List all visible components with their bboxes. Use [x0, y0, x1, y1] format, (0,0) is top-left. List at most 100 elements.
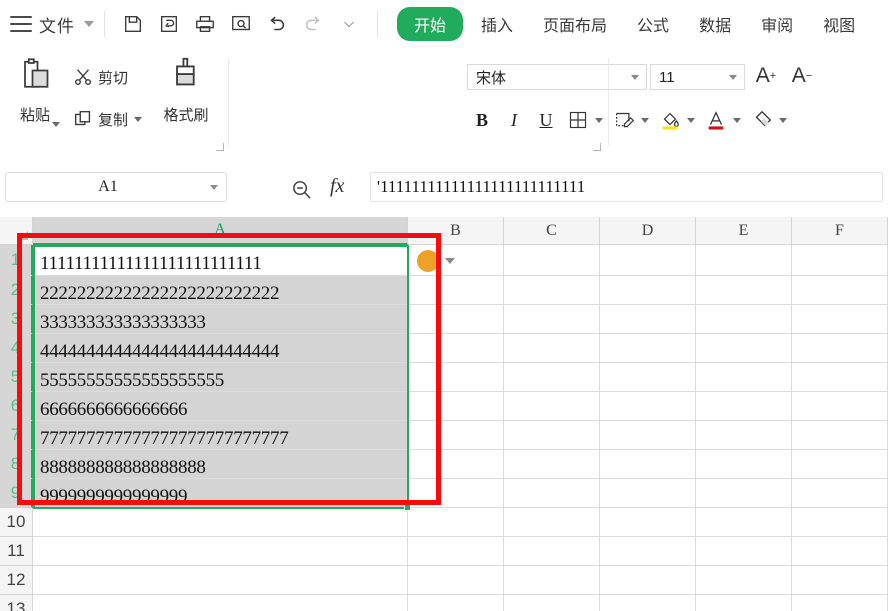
- cell-F6[interactable]: [792, 392, 888, 421]
- name-box-chevron-down-icon[interactable]: [210, 184, 218, 190]
- cell-C5[interactable]: [504, 363, 600, 392]
- row-header-6[interactable]: 6: [0, 392, 33, 421]
- row-header-10[interactable]: 10: [0, 508, 33, 537]
- print-icon[interactable]: [190, 9, 220, 39]
- cell-E9[interactable]: [696, 479, 792, 508]
- file-menu-chevron-down-icon[interactable]: [84, 21, 94, 27]
- cell-F3[interactable]: [792, 305, 888, 334]
- column-header-F[interactable]: F: [792, 217, 888, 245]
- cell-C9[interactable]: [504, 479, 600, 508]
- cell-F2[interactable]: [792, 276, 888, 305]
- cell-A13[interactable]: [33, 595, 408, 611]
- cell-A11[interactable]: [33, 537, 408, 566]
- copy-button[interactable]: 复制: [72, 104, 143, 134]
- tab-page-layout[interactable]: 页面布局: [531, 8, 619, 40]
- underline-button[interactable]: U: [531, 105, 561, 135]
- cell-F7[interactable]: [792, 421, 888, 450]
- row-header-11[interactable]: 11: [0, 537, 33, 566]
- cell-E1[interactable]: [696, 245, 792, 276]
- cell-F13[interactable]: [792, 595, 888, 611]
- cell-F12[interactable]: [792, 566, 888, 595]
- undo-icon[interactable]: [262, 9, 292, 39]
- cell-E7[interactable]: [696, 421, 792, 450]
- cell-B11[interactable]: [408, 537, 504, 566]
- cell-F1[interactable]: [792, 245, 888, 276]
- cell-C6[interactable]: [504, 392, 600, 421]
- cell-F9[interactable]: [792, 479, 888, 508]
- tab-data[interactable]: 数据: [687, 8, 743, 40]
- cell-D10[interactable]: [600, 508, 696, 537]
- row-header-8[interactable]: 8: [0, 450, 33, 479]
- cell-C3[interactable]: [504, 305, 600, 334]
- row-header-1[interactable]: 1: [0, 245, 33, 276]
- cell-C12[interactable]: [504, 566, 600, 595]
- cell-E13[interactable]: [696, 595, 792, 611]
- tab-insert[interactable]: 插入: [469, 8, 525, 40]
- menu-hamburger-icon[interactable]: [10, 16, 32, 32]
- cell-D13[interactable]: [600, 595, 696, 611]
- cell-E4[interactable]: [696, 334, 792, 363]
- column-header-B[interactable]: B: [408, 217, 504, 245]
- borders-chevron-down-icon[interactable]: [595, 117, 603, 123]
- paste-options-chevron-down-icon[interactable]: [445, 258, 455, 264]
- row-header-7[interactable]: 7: [0, 421, 33, 450]
- tab-formulas[interactable]: 公式: [625, 8, 681, 40]
- row-header-9[interactable]: 9: [0, 479, 33, 508]
- cell-E10[interactable]: [696, 508, 792, 537]
- row-header-12[interactable]: 12: [0, 566, 33, 595]
- select-all-corner[interactable]: [0, 217, 33, 245]
- cell-C2[interactable]: [504, 276, 600, 305]
- cell-A10[interactable]: [33, 508, 408, 537]
- cell-F4[interactable]: [792, 334, 888, 363]
- save-icon[interactable]: [118, 9, 148, 39]
- cell-A12[interactable]: [33, 566, 408, 595]
- cell-D9[interactable]: [600, 479, 696, 508]
- cell-B8[interactable]: [408, 450, 504, 479]
- cell-D1[interactable]: [600, 245, 696, 276]
- bold-button[interactable]: B: [467, 105, 497, 135]
- column-header-A[interactable]: A: [33, 217, 408, 245]
- cell-D2[interactable]: [600, 276, 696, 305]
- cell-E6[interactable]: [696, 392, 792, 421]
- file-menu-label[interactable]: 文件: [39, 12, 75, 37]
- paste-button[interactable]: 粘贴: [6, 56, 64, 144]
- paste-chevron-down-icon[interactable]: [52, 122, 60, 127]
- cell-B6[interactable]: [408, 392, 504, 421]
- cell-D12[interactable]: [600, 566, 696, 595]
- cell-B10[interactable]: [408, 508, 504, 537]
- cell-B7[interactable]: [408, 421, 504, 450]
- tab-home[interactable]: 开始: [397, 7, 464, 41]
- cell-C7[interactable]: [504, 421, 600, 450]
- cell-B9[interactable]: [408, 479, 504, 508]
- selection-fill-handle[interactable]: [404, 504, 411, 511]
- cell-C11[interactable]: [504, 537, 600, 566]
- cell-F11[interactable]: [792, 537, 888, 566]
- cell-D8[interactable]: [600, 450, 696, 479]
- column-header-C[interactable]: C: [504, 217, 600, 245]
- customize-chevron-icon[interactable]: [334, 9, 364, 39]
- print-preview-icon[interactable]: [226, 9, 256, 39]
- borders-icon[interactable]: [563, 105, 593, 135]
- cell-C10[interactable]: [504, 508, 600, 537]
- row-header-3[interactable]: 3: [0, 305, 33, 334]
- tab-review[interactable]: 审阅: [749, 8, 805, 40]
- format-painter-button[interactable]: 格式刷: [150, 56, 222, 144]
- cell-B2[interactable]: [408, 276, 504, 305]
- cell-E5[interactable]: [696, 363, 792, 392]
- cell-B13[interactable]: [408, 595, 504, 611]
- row-header-2[interactable]: 2: [0, 276, 33, 305]
- font-dialog-launcher[interactable]: [593, 143, 601, 151]
- cell-C8[interactable]: [504, 450, 600, 479]
- cell-C13[interactable]: [504, 595, 600, 611]
- fx-icon[interactable]: fx: [330, 175, 344, 198]
- save-as-icon[interactable]: [154, 9, 184, 39]
- zoom-out-icon[interactable]: [290, 178, 313, 206]
- cell-F10[interactable]: [792, 508, 888, 537]
- cell-B3[interactable]: [408, 305, 504, 334]
- cell-B12[interactable]: [408, 566, 504, 595]
- cell-B5[interactable]: [408, 363, 504, 392]
- cell-C4[interactable]: [504, 334, 600, 363]
- formula-input[interactable]: '11111111111111111111111111: [370, 172, 883, 202]
- cell-E11[interactable]: [696, 537, 792, 566]
- cell-F8[interactable]: [792, 450, 888, 479]
